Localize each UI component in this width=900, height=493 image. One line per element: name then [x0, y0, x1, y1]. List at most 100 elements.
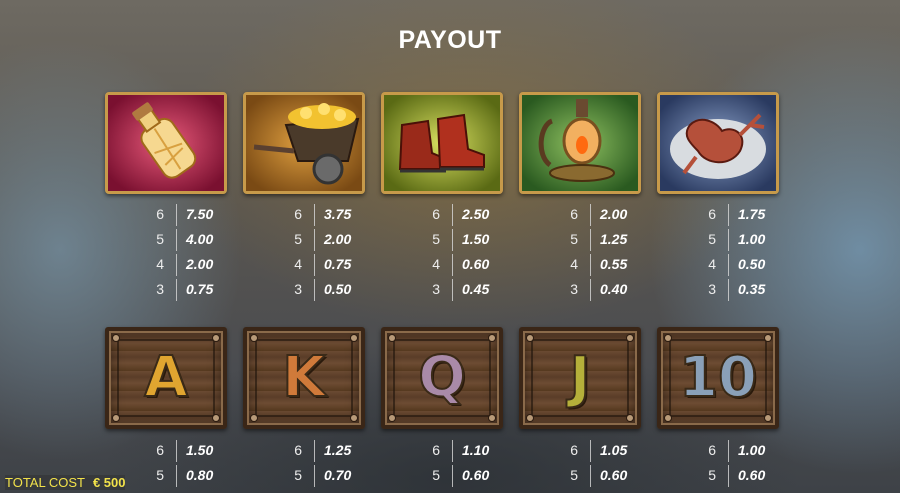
pay-row: 6 3.75	[243, 204, 365, 228]
pay-value: 2.00	[600, 206, 628, 222]
rivet-icon	[489, 415, 495, 421]
pay-count: 6	[294, 442, 302, 458]
pay-row: 6 1.05	[519, 440, 641, 464]
pay-count: 4	[156, 256, 164, 272]
card-10-icon: 10	[657, 327, 779, 429]
rivet-icon	[351, 335, 357, 341]
rivet-icon	[765, 335, 771, 341]
pay-count: 6	[294, 206, 302, 222]
pay-count: 4	[570, 256, 578, 272]
pay-value: 0.60	[462, 256, 490, 272]
pay-value: 0.75	[324, 256, 352, 272]
pay-count: 5	[432, 467, 440, 483]
pay-row: 5 0.70	[243, 465, 365, 489]
divider	[452, 465, 453, 487]
pay-row: 4 0.55	[519, 254, 641, 278]
pay-count: 5	[294, 467, 302, 483]
pay-value: 1.05	[600, 442, 628, 458]
rivet-icon	[527, 415, 533, 421]
divider	[176, 254, 177, 276]
divider	[452, 279, 453, 301]
divider	[590, 440, 591, 462]
total-cost-label: TOTAL COST	[5, 475, 85, 490]
pay-value: 2.00	[324, 231, 352, 247]
pay-count: 6	[708, 206, 716, 222]
boots-icon	[381, 92, 503, 194]
pay-value: 0.70	[324, 467, 352, 483]
pay-row: 6 2.50	[381, 204, 503, 228]
pay-row: 6 2.00	[519, 204, 641, 228]
divider	[728, 279, 729, 301]
rivet-icon	[251, 335, 257, 341]
divider	[314, 465, 315, 487]
card-j-icon: J	[519, 327, 641, 429]
divider	[176, 465, 177, 487]
rivet-icon	[213, 415, 219, 421]
pay-row: 3 0.50	[243, 279, 365, 303]
divider	[176, 279, 177, 301]
pay-row: 3 0.35	[657, 279, 779, 303]
card-letter: Q	[417, 344, 467, 411]
divider	[314, 204, 315, 226]
pay-value: 0.50	[738, 256, 766, 272]
card-q-icon: Q	[381, 327, 503, 429]
divider	[452, 440, 453, 462]
divider	[590, 279, 591, 301]
rivet-icon	[627, 415, 633, 421]
pay-count: 5	[156, 467, 164, 483]
divider	[176, 229, 177, 251]
pay-count: 5	[708, 231, 716, 247]
total-cost-value: € 500	[92, 475, 126, 490]
pay-row: 5 1.50	[381, 229, 503, 253]
pay-row: 3 0.75	[105, 279, 227, 303]
pay-count: 4	[294, 256, 302, 272]
pay-count: 5	[708, 467, 716, 483]
divider	[590, 254, 591, 276]
rivet-icon	[389, 335, 395, 341]
pay-row: 4 2.00	[105, 254, 227, 278]
pay-value: 0.75	[186, 281, 214, 297]
card-letter: J	[569, 344, 592, 411]
pay-value: 0.35	[738, 281, 766, 297]
pay-count: 5	[570, 231, 578, 247]
pay-row: 6 1.25	[243, 440, 365, 464]
pay-count: 4	[708, 256, 716, 272]
pay-count: 3	[156, 281, 164, 297]
pay-count: 3	[294, 281, 302, 297]
pay-value: 3.75	[324, 206, 352, 222]
pay-value: 0.60	[600, 467, 628, 483]
pay-row: 5 0.60	[381, 465, 503, 489]
pay-count: 6	[156, 206, 164, 222]
rivet-icon	[765, 415, 771, 421]
pay-count: 4	[432, 256, 440, 272]
divider	[176, 440, 177, 462]
pay-count: 6	[708, 442, 716, 458]
pay-count: 5	[294, 231, 302, 247]
card-a-icon: A	[105, 327, 227, 429]
pay-count: 6	[432, 442, 440, 458]
pay-count: 3	[570, 281, 578, 297]
pay-value: 1.75	[738, 206, 766, 222]
wheelbarrow-gold-icon	[243, 92, 365, 194]
pay-row: 5 0.60	[519, 465, 641, 489]
rivet-icon	[389, 415, 395, 421]
divider	[314, 279, 315, 301]
pay-value: 0.50	[324, 281, 352, 297]
pay-value: 1.50	[186, 442, 214, 458]
pay-value: 2.00	[186, 256, 214, 272]
rivet-icon	[113, 415, 119, 421]
pay-value: 4.00	[186, 231, 214, 247]
pay-row: 6 7.50	[105, 204, 227, 228]
lantern-icon	[519, 92, 641, 194]
pay-value: 0.45	[462, 281, 490, 297]
divider	[314, 440, 315, 462]
rivet-icon	[251, 415, 257, 421]
divider	[590, 204, 591, 226]
card-letter: 10	[678, 344, 758, 411]
pay-row: 4 0.60	[381, 254, 503, 278]
divider	[176, 204, 177, 226]
pay-value: 1.50	[462, 231, 490, 247]
divider	[452, 204, 453, 226]
pay-value: 1.00	[738, 231, 766, 247]
divider	[728, 440, 729, 462]
